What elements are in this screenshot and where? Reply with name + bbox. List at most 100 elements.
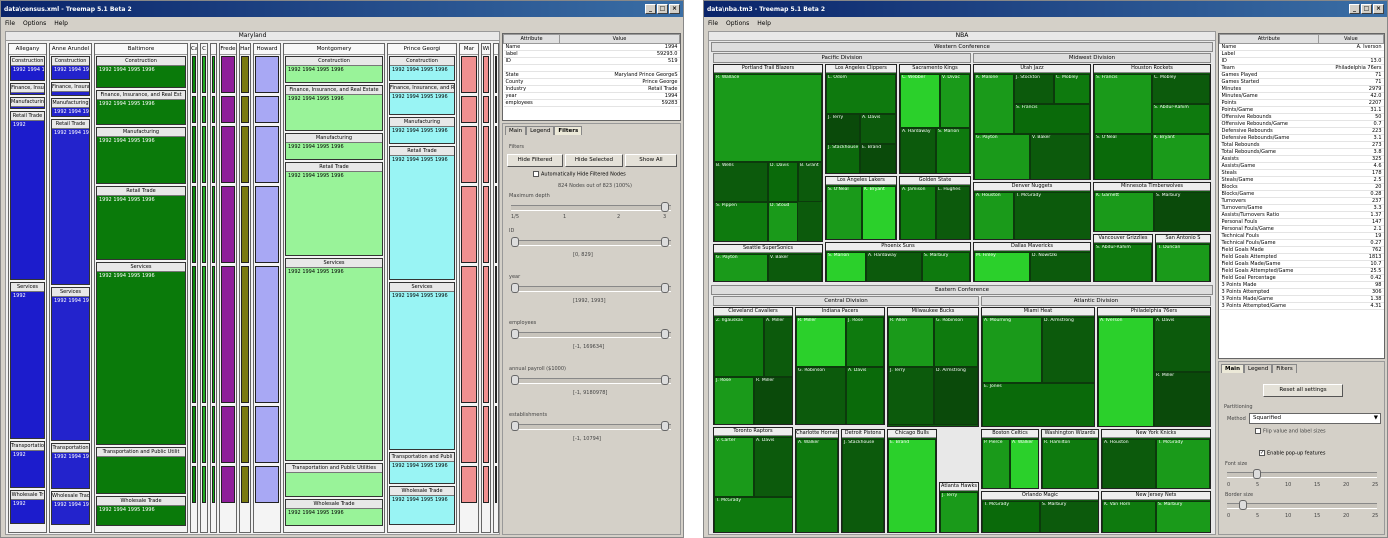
- industry-block[interactable]: [483, 466, 489, 503]
- industry-block[interactable]: Construction 1992 1994 1995 1996: [285, 56, 383, 83]
- player-cell[interactable]: J. Terry: [888, 367, 934, 425]
- player-cell[interactable]: A. Mourning: [982, 317, 1042, 383]
- county-strip[interactable]: [210, 43, 217, 533]
- tab-main[interactable]: Main: [505, 126, 527, 135]
- industry-block[interactable]: [255, 126, 279, 183]
- industry-block[interactable]: [221, 56, 235, 93]
- player-cell[interactable]: R. Wallace: [714, 74, 822, 162]
- range-slider[interactable]: [511, 421, 671, 431]
- font-size-slider[interactable]: [1227, 469, 1377, 479]
- player-cell[interactable]: S. Francis: [1014, 104, 1090, 134]
- county-strip[interactable]: Mar: [459, 43, 479, 533]
- industry-block[interactable]: Wholesale Tr 1992: [10, 490, 45, 524]
- attr-row[interactable]: Steals 178: [1219, 169, 1384, 177]
- attr-row[interactable]: Technical Fouls/Game 0.27: [1219, 239, 1384, 247]
- method-select[interactable]: Squarified ▼: [1249, 413, 1381, 424]
- attr-row[interactable]: Turnovers 237: [1219, 197, 1384, 205]
- industry-block[interactable]: [255, 406, 279, 463]
- industry-block[interactable]: Retail Trade 1992: [10, 111, 45, 280]
- industry-block[interactable]: [495, 56, 497, 93]
- menu-options[interactable]: Options: [23, 20, 46, 27]
- menu-help[interactable]: Help: [757, 20, 771, 27]
- attr-row[interactable]: year 1994: [503, 92, 680, 100]
- player-cell[interactable]: D. Stoud: [768, 202, 798, 241]
- range-slider[interactable]: [511, 283, 671, 293]
- flip-checkbox[interactable]: Flip value and label sizes: [1255, 428, 1326, 435]
- player-cell[interactable]: Z. Ilgauskas: [714, 317, 764, 377]
- team-block-newjersey[interactable]: New Jersey Nets K. Van Horn S. Marbury: [1101, 491, 1211, 533]
- team-block-detroit[interactable]: Detroit Pistons J. Stackhouse: [841, 429, 885, 533]
- attr-row[interactable]: Points 2207: [1219, 99, 1384, 107]
- attr-row[interactable]: Offensive Rebounds/Game 0.7: [1219, 120, 1384, 128]
- player-cell[interactable]: A. Houston: [1102, 439, 1156, 488]
- team-block-charlotte[interactable]: Charlotte Hornets A. Walker: [795, 429, 839, 533]
- attr-row[interactable]: Steals/Game 2.5: [1219, 176, 1384, 184]
- industry-block[interactable]: [483, 266, 489, 403]
- industry-block[interactable]: [255, 466, 279, 503]
- industry-block[interactable]: Transportation1992 1994 1995: [51, 443, 90, 489]
- attr-row[interactable]: 3 Points Attempted 306: [1219, 288, 1384, 296]
- player-cell[interactable]: S. Abdur-Rahim: [1152, 104, 1210, 134]
- industry-block[interactable]: [495, 266, 497, 403]
- team-block-portland[interactable]: Portland Trail Blazers R. Wallace B. Wells…: [713, 64, 823, 242]
- player-cell[interactable]: T. McGrady: [1014, 192, 1090, 239]
- attr-row[interactable]: Field Goals Made 762: [1219, 246, 1384, 254]
- team-block-chicago[interactable]: Chicago Bulls E. Brand: [887, 429, 937, 533]
- player-cell[interactable]: S. Marbury: [1040, 501, 1098, 532]
- industry-block[interactable]: Manufacturin1992: [10, 97, 45, 109]
- range-slider-high-thumb[interactable]: [661, 329, 669, 339]
- team-block-gsw[interactable]: Golden State A. Jamison L. Hughes: [899, 176, 971, 240]
- player-cell[interactable]: B. Wells: [714, 162, 768, 202]
- attr-row[interactable]: Personal Fouls/Game 2.1: [1219, 225, 1384, 233]
- attr-row[interactable]: Team Philadelphia 76ers: [1219, 64, 1384, 72]
- close-button[interactable]: ×: [1373, 4, 1384, 14]
- industry-block[interactable]: [241, 466, 249, 503]
- industry-block[interactable]: Construction1992 1994 1995: [10, 56, 45, 81]
- industry-block[interactable]: Manufacturing1992 1994 1995: [51, 98, 90, 117]
- industry-block[interactable]: [202, 266, 206, 403]
- industry-block[interactable]: [483, 56, 489, 93]
- team-block-vancouver[interactable]: Vancouver Grizzlies S. Abdur-Rahim: [1093, 234, 1153, 282]
- player-cell[interactable]: R. Allen: [888, 317, 934, 367]
- value-col-header[interactable]: Value: [558, 34, 680, 44]
- player-cell[interactable]: R. Miller: [1154, 372, 1210, 426]
- attr-row[interactable]: Field Goals Made/Game 10.7: [1219, 260, 1384, 268]
- player-cell[interactable]: E. Brand: [860, 144, 896, 173]
- minimize-button[interactable]: _: [645, 4, 656, 14]
- industry-block[interactable]: [483, 96, 489, 123]
- industry-block[interactable]: [495, 96, 497, 123]
- industry-block[interactable]: [241, 96, 249, 123]
- industry-block[interactable]: [202, 186, 206, 263]
- attr-row[interactable]: Assists/Turnovers Ratio 1.37: [1219, 211, 1384, 219]
- attr-row[interactable]: 3 Points Made 98: [1219, 281, 1384, 289]
- industry-block[interactable]: [202, 56, 206, 93]
- industry-block[interactable]: Transportatio 1992: [10, 441, 45, 488]
- industry-block[interactable]: [192, 96, 196, 123]
- attr-col-header[interactable]: Attribute: [503, 34, 560, 44]
- player-cell[interactable]: K. Bryant: [1152, 134, 1210, 179]
- player-cell[interactable]: R. Miller: [754, 377, 792, 424]
- industry-block[interactable]: [202, 96, 206, 123]
- range-slider[interactable]: [511, 375, 671, 385]
- player-cell[interactable]: L. Odom: [826, 74, 896, 114]
- county-strip[interactable]: Cal: [190, 43, 198, 533]
- industry-block[interactable]: Services 1992 1994 1995 1996: [285, 258, 383, 461]
- player-cell[interactable]: G. Payton: [974, 134, 1030, 179]
- industry-block[interactable]: [192, 406, 196, 463]
- attr-row[interactable]: Technical Fouls 19: [1219, 232, 1384, 240]
- industry-block[interactable]: Finance, Insurance, and Real Est 1992 199…: [96, 90, 186, 125]
- maximize-button[interactable]: □: [657, 4, 668, 14]
- industry-block[interactable]: [461, 266, 477, 403]
- industry-block[interactable]: Finance, Insu1992: [10, 83, 45, 95]
- industry-block[interactable]: [221, 266, 235, 403]
- player-cell[interactable]: K. Bryant: [862, 186, 896, 239]
- player-cell[interactable]: G. Payton: [714, 254, 768, 281]
- player-cell[interactable]: A. Hardaway: [866, 252, 922, 281]
- industry-block[interactable]: [241, 56, 249, 93]
- team-block-houston[interactable]: Houston Rockets S. Francis C. Mobley S. Abd…: [1093, 64, 1211, 180]
- team-block-phoenix[interactable]: Phoenix Suns S. Marion A. Hardaway S. Marbu…: [825, 242, 971, 282]
- range-slider-high-thumb[interactable]: [661, 237, 669, 247]
- value-col-header[interactable]: Value: [1317, 34, 1384, 44]
- player-cell[interactable]: A. Davis: [846, 367, 884, 424]
- attr-row[interactable]: Blocks/Game 0.28: [1219, 190, 1384, 198]
